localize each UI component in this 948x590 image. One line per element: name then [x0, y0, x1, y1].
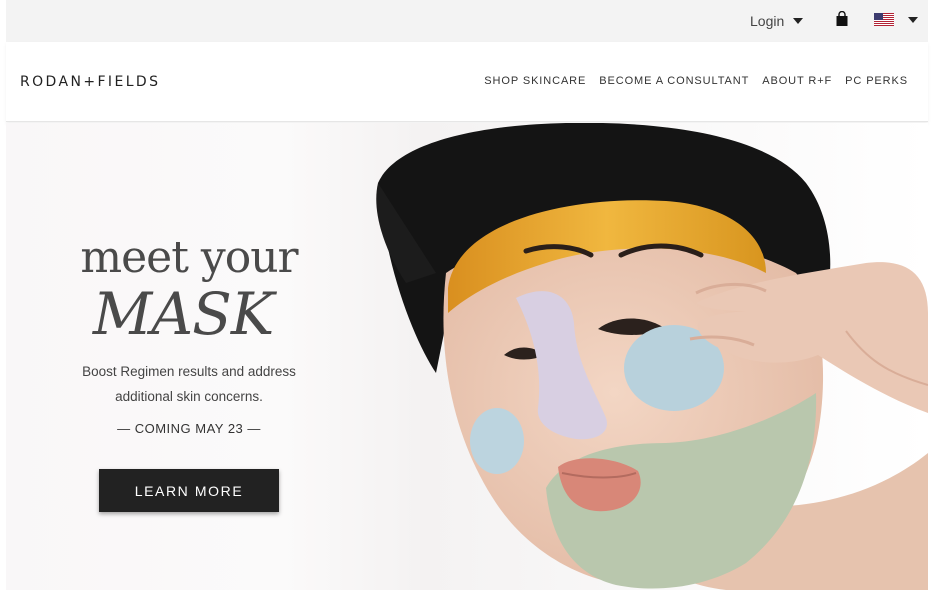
hero-subcopy-line1: Boost Regimen results and address — [82, 364, 296, 379]
nav-become-consultant[interactable]: BECOME A CONSULTANT — [599, 75, 749, 87]
country-selector[interactable] — [874, 13, 918, 26]
chevron-down-icon — [793, 18, 804, 24]
hero-subcopy: Boost Regimen results and address additi… — [64, 359, 314, 409]
chevron-down-icon — [908, 16, 918, 23]
nav-pc-perks[interactable]: PC PERKS — [845, 75, 908, 87]
site-header: RODAN+FIELDS SHOP SKINCARE BECOME A CONS… — [6, 42, 928, 122]
brand-logo[interactable]: RODAN+FIELDS — [20, 74, 160, 90]
nav-shop-skincare[interactable]: SHOP SKINCARE — [484, 75, 586, 87]
utility-bar: Login — [6, 0, 928, 42]
login-dropdown[interactable]: Login — [750, 11, 804, 31]
hero-headline-line1: meet your — [80, 232, 298, 283]
hero-subcopy-line2: additional skin concerns. — [115, 389, 263, 404]
us-flag-icon — [874, 13, 894, 26]
page: Login RODAN+FIELDS SHOP SKINCARE BECOME … — [0, 0, 948, 590]
hero-copy: meet your MASK Boost Regimen results and… — [64, 232, 314, 437]
hero-headline-line2: MASK — [92, 280, 274, 348]
learn-more-button[interactable]: LEARN MORE — [99, 469, 279, 512]
main-nav: SHOP SKINCARE BECOME A CONSULTANT ABOUT … — [484, 75, 908, 87]
coming-date: — COMING MAY 23 — — [117, 421, 261, 436]
nav-about[interactable]: ABOUT R+F — [762, 75, 832, 87]
shopping-bag-icon[interactable] — [835, 11, 849, 26]
hero-banner: meet your MASK Boost Regimen results and… — [6, 123, 928, 590]
login-label: Login — [750, 13, 785, 29]
